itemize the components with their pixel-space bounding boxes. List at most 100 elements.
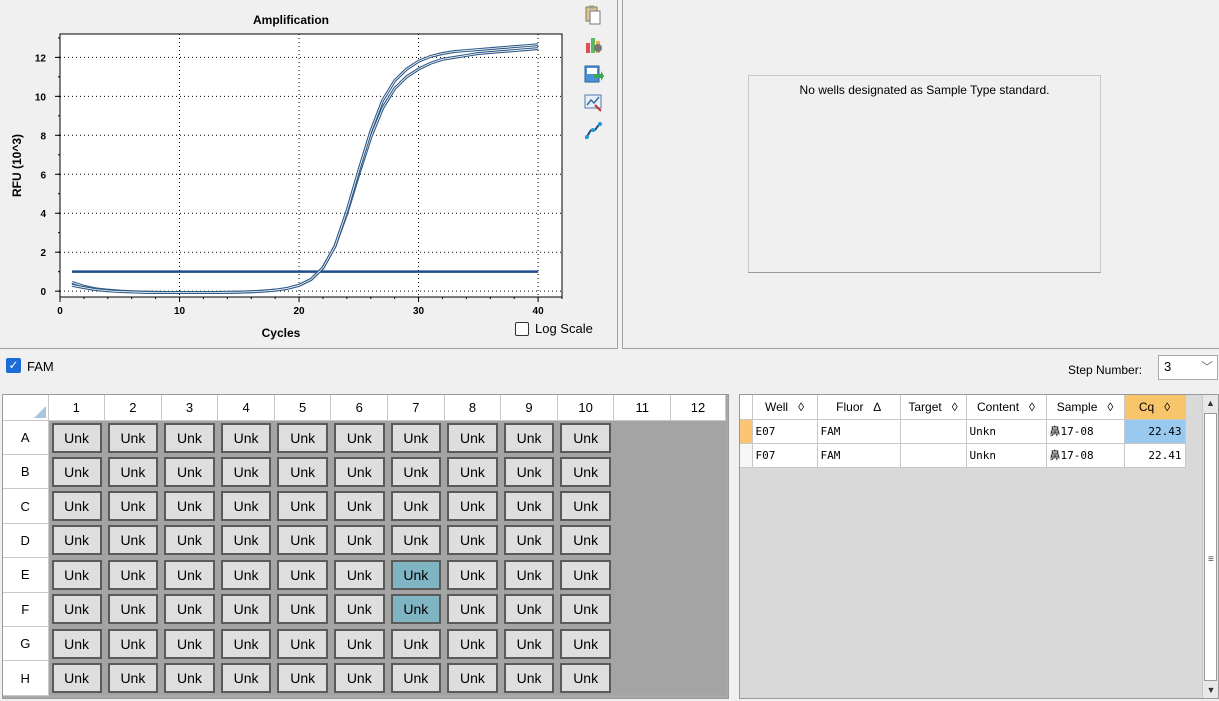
well-B6[interactable]: Unk [333,456,385,487]
well-C10[interactable]: Unk [560,491,611,522]
plate-cell-A5[interactable]: Unk [274,420,331,455]
well-H2[interactable]: Unk [107,663,159,694]
well-F2[interactable]: Unk [107,594,159,625]
well-F5[interactable]: Unk [277,594,328,625]
well-E5[interactable]: Unk [277,559,328,590]
well-C6[interactable]: Unk [333,491,385,522]
plate-cell-C8[interactable]: Unk [444,488,501,524]
log-scale-toggle[interactable]: Log Scale [515,321,593,336]
plate-cell-G5[interactable]: Unk [274,626,331,661]
plate-cell-F3[interactable]: Unk [161,592,218,627]
plate-cell-D8[interactable]: Unk [444,523,501,558]
well-G1[interactable]: Unk [51,628,102,659]
well-D10[interactable]: Unk [560,525,611,556]
plate-cell-C7[interactable]: Unk [387,488,445,524]
well-A8[interactable]: Unk [447,422,498,453]
plate-cell-D7[interactable]: Unk [387,523,445,558]
plate-cell-F8[interactable]: Unk [444,592,501,627]
well-G7[interactable]: Unk [390,628,442,659]
table-row[interactable]: E07 FAM Unkn 鼻17-08 22.43 [740,419,1186,444]
plate-cell-C1[interactable]: Unk [48,488,105,524]
well-H8[interactable]: Unk [447,663,498,694]
cell-target[interactable] [900,419,967,444]
fam-checkbox[interactable]: ✓ [6,358,21,373]
cell-fluor[interactable]: FAM [817,443,901,468]
plate-cell-C9[interactable]: Unk [500,488,558,524]
log-scale-checkbox[interactable] [515,321,529,336]
well-G5[interactable]: Unk [277,628,328,659]
well-B7[interactable]: Unk [390,456,442,487]
cell-content[interactable]: Unkn [966,443,1047,468]
plate-cell-E10[interactable]: Unk [557,557,614,593]
plate-row-header-D[interactable]: D [3,523,49,559]
plate-cell-H9[interactable]: Unk [500,660,558,696]
plate-row-header-B[interactable]: B [3,454,49,490]
cell-content[interactable]: Unkn [966,419,1047,444]
plate-cell-D6[interactable]: Unk [330,523,388,558]
row-selector[interactable] [740,419,753,444]
well-E2[interactable]: Unk [107,559,159,590]
well-D4[interactable]: Unk [220,525,272,556]
well-G6[interactable]: Unk [333,628,385,659]
well-B9[interactable]: Unk [503,456,555,487]
well-B2[interactable]: Unk [107,456,159,487]
plate-cell-B7[interactable]: Unk [387,454,445,489]
well-E6[interactable]: Unk [333,559,385,590]
well-F10[interactable]: Unk [560,594,611,625]
cell-well[interactable]: E07 [752,419,818,444]
well-H6[interactable]: Unk [333,663,385,694]
well-E1[interactable]: Unk [51,559,102,590]
sort-icon[interactable]: ◊ [1029,400,1035,414]
plate-row-header-F[interactable]: F [3,592,49,627]
plate-cell-G3[interactable]: Unk [161,626,218,661]
chart-options-icon[interactable] [582,33,604,55]
plate-cell-A10[interactable]: Unk [557,420,614,455]
sort-icon[interactable]: ◊ [1107,400,1113,414]
plate-cell-E12[interactable] [670,557,726,593]
well-A3[interactable]: Unk [164,422,215,453]
sort-icon[interactable]: ◊ [798,400,804,414]
cell-target[interactable] [900,443,967,468]
row-selector[interactable] [740,443,753,468]
plate-corner[interactable] [3,395,49,421]
well-E7[interactable]: Unk [390,559,442,590]
plate-cell-C6[interactable]: Unk [330,488,388,524]
plate-cell-B6[interactable]: Unk [330,454,388,489]
plate-cell-B3[interactable]: Unk [161,454,218,489]
well-F4[interactable]: Unk [220,594,272,625]
step-number-select[interactable]: 3 ﹀ [1158,355,1218,380]
cell-cq[interactable]: 22.41 [1124,443,1186,468]
plate-cell-B8[interactable]: Unk [444,454,501,489]
plate-cell-E11[interactable] [613,557,671,593]
plate-cell-F11[interactable] [613,592,671,627]
plate-cell-H11[interactable] [613,660,671,696]
well-B8[interactable]: Unk [447,456,498,487]
well-G2[interactable]: Unk [107,628,159,659]
plate-row-header-H[interactable]: H [3,660,49,696]
well-G4[interactable]: Unk [220,628,272,659]
plate-cell-F4[interactable]: Unk [217,592,275,627]
plate-cell-B10[interactable]: Unk [557,454,614,489]
export-icon[interactable] [582,62,604,84]
plate-cell-D11[interactable] [613,523,671,558]
well-A2[interactable]: Unk [107,422,159,453]
plate-cell-B1[interactable]: Unk [48,454,105,489]
plate-cell-H12[interactable] [670,660,726,696]
plate-column-header-4[interactable]: 4 [217,395,275,421]
well-D5[interactable]: Unk [277,525,328,556]
well-B10[interactable]: Unk [560,456,611,487]
plate-cell-G9[interactable]: Unk [500,626,558,661]
plate-cell-A11[interactable] [613,420,671,455]
well-F6[interactable]: Unk [333,594,385,625]
plate-cell-G10[interactable]: Unk [557,626,614,661]
well-D3[interactable]: Unk [164,525,215,556]
sort-icon[interactable]: ◊ [1164,400,1170,414]
plate-cell-G7[interactable]: Unk [387,626,445,661]
plate-cell-B5[interactable]: Unk [274,454,331,489]
plate-column-header-1[interactable]: 1 [48,395,106,421]
amplification-chart[interactable]: 0 10 20 30 40 0 2 4 6 8 10 12 Amplification Cycles RFU… [0,0,580,349]
plate-cell-C10[interactable]: Unk [557,488,614,524]
plate-cell-H4[interactable]: Unk [217,660,275,696]
well-D2[interactable]: Unk [107,525,159,556]
plate-row-header-C[interactable]: C [3,488,49,524]
